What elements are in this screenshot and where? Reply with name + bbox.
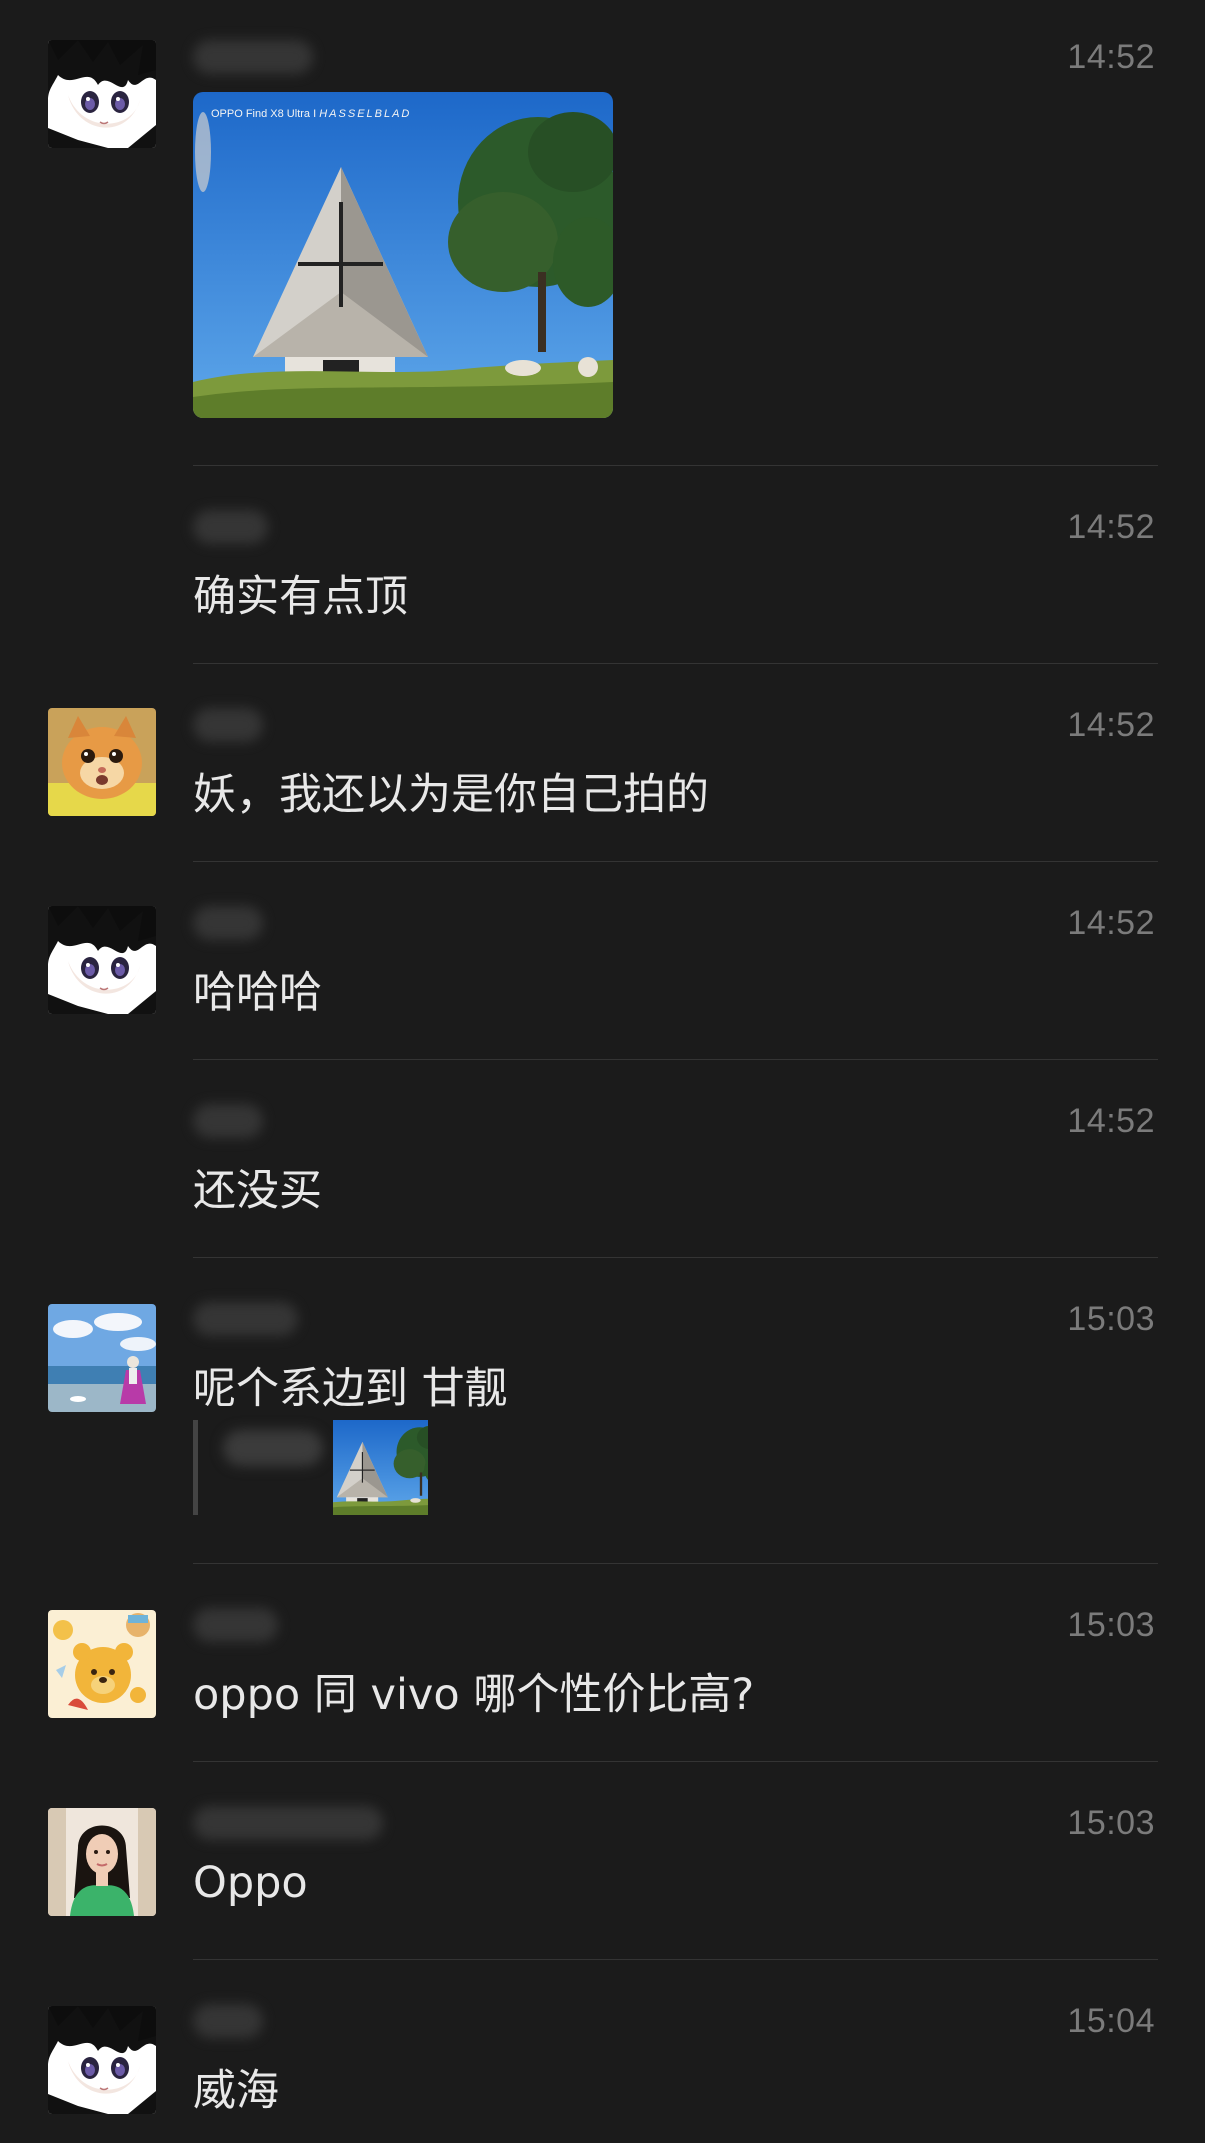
message-time: 15:03 [1067,1804,1155,1842]
church-photo-image [193,92,613,418]
sender-name-blurred [193,40,313,74]
avatar[interactable] [48,1610,156,1718]
message-text[interactable]: 还没买 [193,1156,322,1218]
avatar[interactable] [48,2006,156,2114]
church-photo-thumbnail-image [333,1420,428,1515]
photo-watermark: OPPO Find X8 Ultra I HASSELBLAD [211,108,411,120]
message-time: 15:03 [1067,1300,1155,1338]
anime-boy-avatar-icon [48,906,156,1014]
sender-name-blurred [193,1302,298,1336]
beach-avatar-icon [48,1304,156,1412]
photo-watermark-separator: I [313,108,317,120]
anime-boy-avatar-icon [48,2006,156,2114]
quoted-sender-blurred [223,1430,323,1466]
message-text[interactable]: 哈哈哈 [193,958,322,1020]
divider [193,861,1158,862]
orange-cat-avatar-icon [48,708,156,816]
message-time: 14:52 [1067,38,1155,76]
sender-name-blurred [193,1608,278,1642]
woman-photo-avatar-icon [48,1808,156,1916]
message-time: 14:52 [1067,706,1155,744]
avatar[interactable] [48,708,156,816]
message-text[interactable]: 呢个系边到 甘靓 [193,1354,508,1416]
avatar[interactable] [48,906,156,1014]
avatar[interactable] [48,1304,156,1412]
message-time: 14:52 [1067,904,1155,942]
sender-name-blurred [193,708,263,742]
divider [193,1059,1158,1060]
divider [193,663,1158,664]
divider [193,1959,1158,1960]
anime-boy-avatar-icon [48,40,156,148]
divider [193,1761,1158,1762]
avatar[interactable] [48,1808,156,1916]
message-text[interactable]: 威海 [193,2056,279,2118]
message-text[interactable]: oppo 同 vivo 哪个性价比高? [193,1660,754,1722]
quote-bar [193,1420,198,1515]
message-text[interactable]: Oppo [193,1858,308,1908]
chat-message-list: 14:52 OPPO Find X8 Ultra I HASSELBLAD 14… [0,0,1205,2143]
photo-watermark-model: OPPO Find X8 Ultra [211,108,311,120]
quoted-image-thumbnail[interactable] [333,1420,428,1515]
sender-name-blurred [193,2004,263,2038]
divider [193,1257,1158,1258]
divider [193,1563,1158,1564]
message-text[interactable]: 确实有点顶 [193,562,408,624]
message-text[interactable]: 妖，我还以为是你自己拍的 [193,760,709,822]
message-time: 15:03 [1067,1606,1155,1644]
sender-name-blurred [193,1104,263,1138]
image-message[interactable]: OPPO Find X8 Ultra I HASSELBLAD [193,92,613,418]
sender-name-blurred [193,1806,383,1840]
message-time: 14:52 [1067,508,1155,546]
photo-watermark-brand: HASSELBLAD [319,108,412,120]
avatar[interactable] [48,40,156,148]
sender-name-blurred [193,510,268,544]
message-time: 14:52 [1067,1102,1155,1140]
quoted-message[interactable] [193,1420,493,1515]
sender-name-blurred [193,906,263,940]
divider [193,465,1158,466]
message-time: 15:04 [1067,2002,1155,2040]
winnie-pooh-avatar-icon [48,1610,156,1718]
